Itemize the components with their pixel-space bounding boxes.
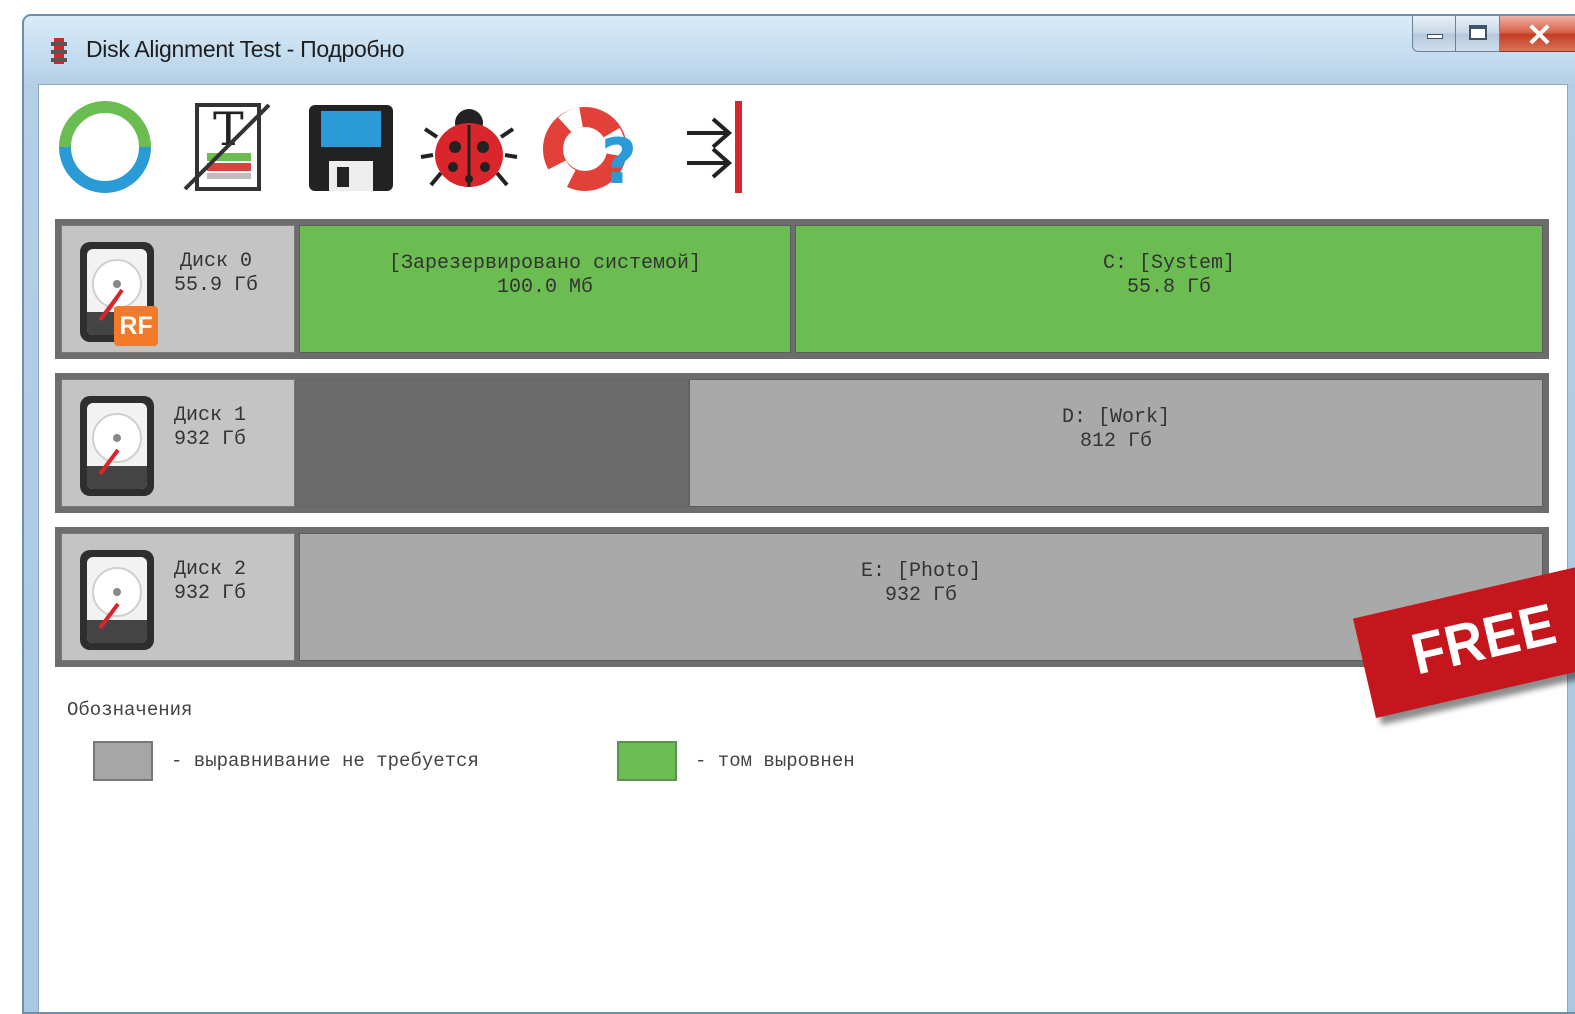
- disk-name: Диск 1: [174, 404, 247, 427]
- disk-row-1: Диск 1 932 Гб D: [Work] 812 Гб: [55, 373, 1549, 513]
- help-button[interactable]: ?: [541, 97, 641, 197]
- partition-size: 932 Гб: [884, 584, 957, 607]
- disk-info[interactable]: Диск 1 932 Гб: [61, 379, 295, 507]
- disk-label: Диск 2 932 Гб: [174, 558, 246, 606]
- exit-button[interactable]: [665, 97, 765, 197]
- disk-info[interactable]: Диск 2 932 Гб: [61, 533, 295, 661]
- legend-text: - том выровнен: [695, 750, 855, 772]
- hard-drive-icon: [78, 394, 156, 498]
- toolbar: T ?: [39, 85, 1567, 215]
- legend-swatch-green: [617, 741, 677, 781]
- disk-name: Диск 0: [180, 250, 253, 273]
- partition-unallocated[interactable]: [295, 379, 689, 507]
- close-button[interactable]: [1500, 14, 1575, 54]
- disk-size: 55.9 Гб: [174, 274, 259, 297]
- refresh-button[interactable]: [55, 97, 155, 197]
- window-title: Disk Alignment Test - Подробно: [86, 36, 405, 62]
- disk-row-2: Диск 2 932 Гб E: [Photo] 932 Гб: [55, 527, 1549, 667]
- partition-e[interactable]: E: [Photo] 932 Гб: [299, 533, 1543, 661]
- hard-drive-icon: [78, 548, 156, 652]
- refresh-icon: [59, 101, 151, 193]
- ladybug-icon: [420, 109, 518, 187]
- partition-label: [Зарезервировано системой]: [388, 252, 702, 275]
- app-window: Disk Alignment Test - Подробно T: [22, 14, 1575, 1014]
- exit-arrows-icon: [687, 101, 742, 193]
- disk-row-0: RF Диск 0 55.9 Гб [Зарезервировано систе…: [55, 219, 1549, 359]
- save-button[interactable]: [299, 97, 399, 197]
- legend-title: Обозначения: [67, 699, 193, 721]
- disk-label: Диск 1 932 Гб: [174, 404, 246, 452]
- partition-size: 100.0 Мб: [496, 276, 593, 299]
- partition-reserved[interactable]: [Зарезервировано системой] 100.0 Мб: [299, 225, 791, 353]
- minimize-button[interactable]: [1412, 16, 1456, 52]
- partition-c[interactable]: C: [System] 55.8 Гб: [795, 225, 1543, 353]
- app-icon: [48, 38, 70, 64]
- text-report-button[interactable]: T: [177, 97, 277, 197]
- partition-d[interactable]: D: [Work] 812 Гб: [689, 379, 1543, 507]
- partition-label: C: [System]: [1102, 252, 1236, 275]
- disk-size: 932 Гб: [174, 582, 247, 605]
- text-report-icon: T: [183, 102, 271, 191]
- disk-name: Диск 2: [174, 558, 247, 581]
- free-badge-text: FREE: [1405, 591, 1563, 688]
- svg-text:?: ?: [601, 125, 637, 197]
- partition-size: 812 Гб: [1079, 430, 1152, 453]
- legend-item-not-required: - выравнивание не требуется: [93, 739, 479, 783]
- legend-swatch-gray: [93, 741, 153, 781]
- lifebuoy-help-icon: ?: [543, 107, 637, 197]
- disk-size: 932 Гб: [174, 428, 247, 451]
- debug-button[interactable]: [419, 97, 519, 197]
- client-area: T ? RF Диск 0 55.9 Гб [Зарезервировано с…: [38, 84, 1568, 1012]
- legend-text: - выравнивание не требуется: [171, 750, 479, 772]
- rf-badge: RF: [114, 306, 158, 346]
- maximize-button[interactable]: [1456, 16, 1500, 52]
- title-bar[interactable]: Disk Alignment Test - Подробно: [24, 14, 1575, 84]
- partition-label: D: [Work]: [1061, 406, 1171, 429]
- disk-label: Диск 0 55.9 Гб: [174, 250, 258, 298]
- window-controls: [1412, 14, 1575, 58]
- floppy-disk-icon: [309, 105, 393, 191]
- partition-label: E: [Photo]: [860, 560, 982, 583]
- partition-size: 55.8 Гб: [1126, 276, 1211, 299]
- disk-info[interactable]: RF Диск 0 55.9 Гб: [61, 225, 295, 353]
- legend-item-aligned: - том выровнен: [617, 739, 855, 783]
